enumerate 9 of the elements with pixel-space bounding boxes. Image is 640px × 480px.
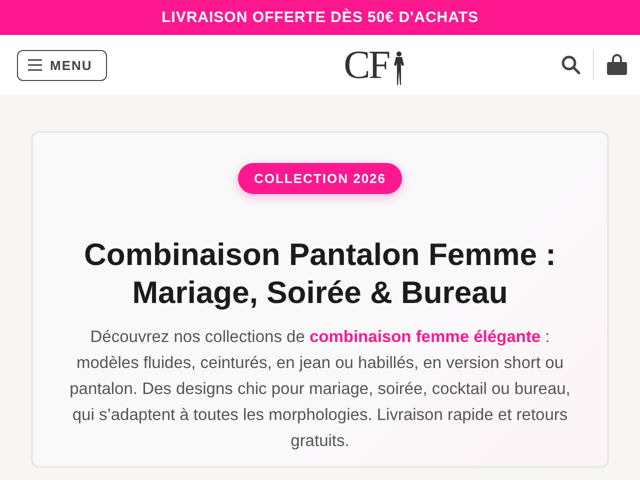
page-title: Combinaison Pantalon Femme : Mariage, Soirée & Bureau bbox=[83, 236, 557, 312]
logo[interactable]: CF bbox=[344, 43, 393, 87]
shopping-bag-button[interactable] bbox=[606, 54, 628, 76]
search-button[interactable] bbox=[561, 55, 581, 75]
menu-button[interactable]: MENU bbox=[17, 50, 108, 80]
collection-badge: COLLECTION 2026 bbox=[238, 163, 402, 194]
intro-paragraph: Découvrez nos collections de combinaison femme élégante : modèles fluides, ceinturés, en jean ou habillés, en version short ou pantalon. Des designs chic pour mariage, soirée, cocktail ou bureau, qui s’adaptent à toutes les morphologies. Livraison rapide et retours gratuits. bbox=[68, 327, 572, 452]
promo-bar: LIVRAISON OFFERTE DÈS 50€ D'ACHATS bbox=[0, 0, 640, 35]
menu-icon bbox=[28, 59, 42, 71]
